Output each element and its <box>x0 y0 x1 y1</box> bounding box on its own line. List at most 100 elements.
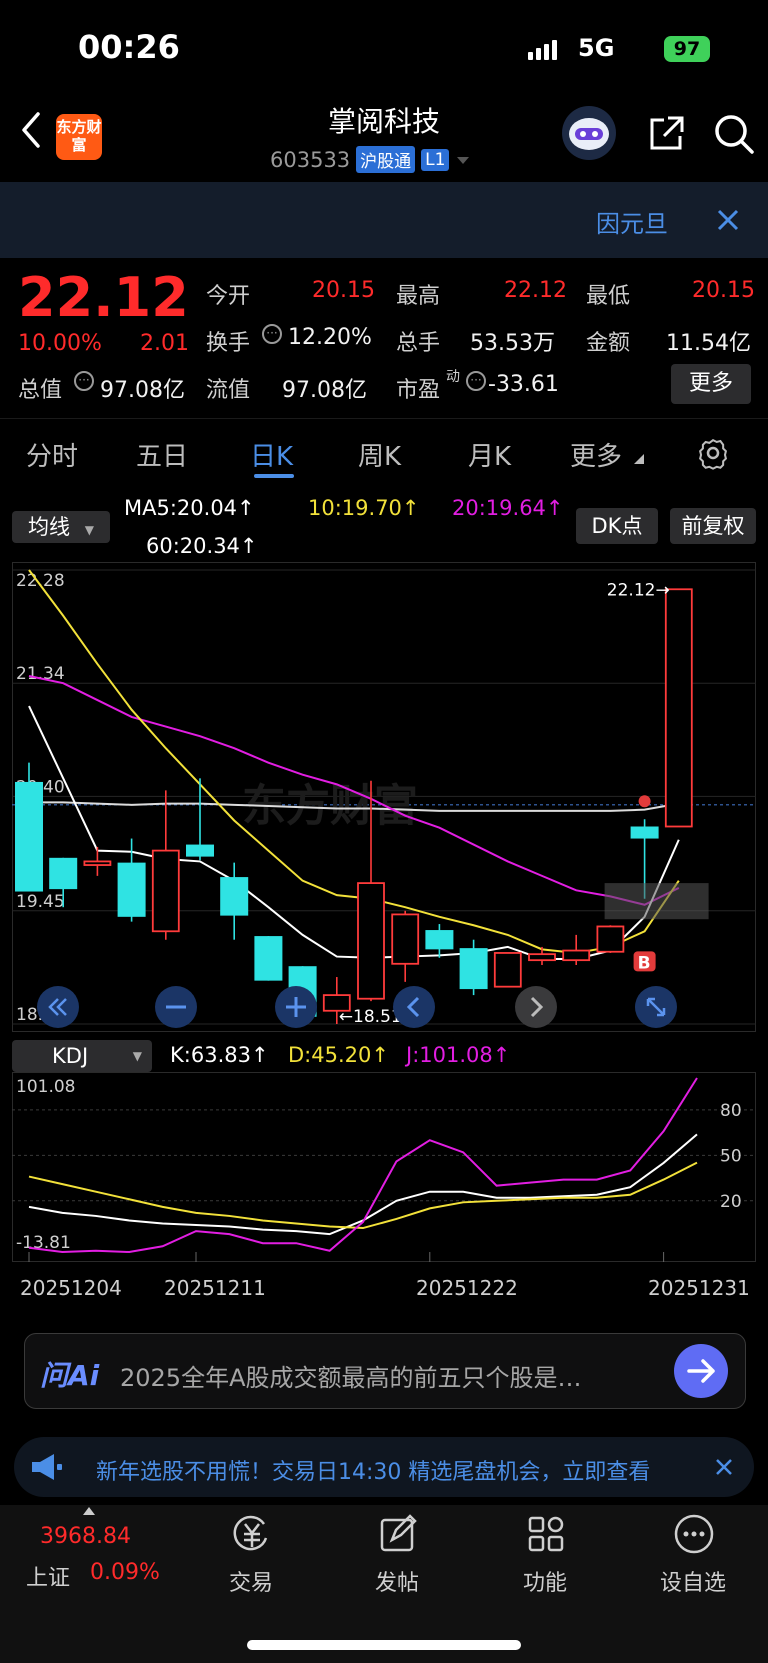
post-edit-icon[interactable] <box>376 1512 420 1556</box>
amount-label: 金额 <box>586 331 631 356</box>
nav-trade[interactable]: 交易 <box>206 1565 296 1597</box>
stock-code-row[interactable]: 603533 沪股通 L1 <box>270 146 471 173</box>
candle-body <box>83 860 112 866</box>
tab-monthly-k[interactable]: 月K <box>468 436 511 473</box>
kdj-selector[interactable]: KDJ ▼ <box>12 1040 152 1072</box>
candle-body <box>459 948 488 990</box>
adjust-button[interactable]: 前复权 <box>670 508 756 544</box>
tab-daily-k[interactable]: 日K <box>250 436 293 473</box>
candle-body <box>630 826 659 839</box>
info-icon[interactable]: ··· <box>466 371 486 391</box>
y-tick-label: 20 <box>720 1192 742 1212</box>
share-icon[interactable] <box>646 114 686 154</box>
j-label: J:101.08↑ <box>406 1043 511 1067</box>
tab-weekly-k[interactable]: 周K <box>358 436 401 473</box>
robot-assistant-icon[interactable] <box>560 104 618 162</box>
candle-body <box>254 936 283 981</box>
fullscreen-icon[interactable] <box>634 985 678 1029</box>
settings-gear-icon[interactable] <box>696 436 730 470</box>
y-tick-label: 50 <box>720 1146 742 1166</box>
candle <box>562 934 591 965</box>
candle-body <box>596 925 625 953</box>
x-tick-label: 20251231 <box>648 1276 750 1300</box>
candle-body <box>186 844 214 857</box>
candlestick-chart[interactable]: 22.2821.3420.4019.4518.51东方财富22.12→←18.5… <box>12 562 756 1032</box>
candle-body <box>220 877 249 916</box>
notice-text: 新年选股不用慌！交易日14:30 精选尾盘机会，立即查看 <box>96 1460 651 1485</box>
ma10-label: 10:19.70↑ <box>308 496 420 520</box>
close-icon[interactable] <box>714 206 742 234</box>
nav-watchlist[interactable]: 设自选 <box>648 1565 738 1597</box>
float-label: 流值 <box>206 378 251 403</box>
high-annotation: 22.12→ <box>607 580 670 600</box>
caret-down-icon <box>457 156 470 164</box>
mktcap-label: 总值 <box>18 378 63 403</box>
dk-point-label: DK点 <box>591 514 643 538</box>
zoom-out-icon[interactable] <box>154 985 198 1029</box>
x-tick-label: 20251211 <box>164 1276 266 1300</box>
connect-tag: 沪股通 <box>356 146 416 173</box>
search-icon[interactable] <box>712 112 756 156</box>
k-label: K:63.83↑ <box>170 1043 269 1067</box>
nav-function[interactable]: 功能 <box>500 1565 590 1597</box>
kdj-j-line <box>28 1077 698 1254</box>
caret-up-icon <box>83 1507 95 1515</box>
dk-point-button[interactable]: DK点 <box>576 508 658 544</box>
candle <box>459 939 488 996</box>
tab-more[interactable]: 更多 <box>570 436 622 473</box>
buy-marker-label: B <box>638 953 651 973</box>
tab-intraday[interactable]: 分时 <box>26 436 78 473</box>
candle <box>596 925 625 953</box>
function-grid-icon[interactable] <box>524 1512 568 1556</box>
change-percent: 10.00% <box>18 331 102 356</box>
banner-text: 因元旦 <box>596 210 668 238</box>
info-icon[interactable]: ··· <box>262 324 282 344</box>
y-tick-label: 101.08 <box>16 1077 75 1097</box>
next-icon[interactable] <box>514 985 558 1029</box>
last-price: 22.12 <box>18 266 189 329</box>
pe-dynamic-label: 动 <box>446 369 460 385</box>
trade-yuan-icon[interactable] <box>230 1512 274 1556</box>
more-dots-icon[interactable] <box>672 1512 716 1556</box>
high-label: 最高 <box>396 284 441 309</box>
mktcap-value: 97.08亿 <box>100 378 185 403</box>
close-icon[interactable] <box>712 1455 736 1479</box>
chart-border <box>12 1072 756 1262</box>
float-value: 97.08亿 <box>282 378 367 403</box>
index-name[interactable]: 上证 <box>26 1560 70 1592</box>
candle <box>254 936 283 981</box>
candle-body <box>664 588 693 828</box>
y-tick-label: 80 <box>720 1101 742 1121</box>
info-icon[interactable]: ··· <box>74 371 94 391</box>
volume-value: 53.53万 <box>470 331 555 356</box>
low-label: 最低 <box>586 284 631 309</box>
turnover-value: 12.20% <box>288 325 372 350</box>
d-label: D:45.20↑ <box>288 1043 389 1067</box>
ai-send-icon[interactable] <box>673 1343 729 1399</box>
candle <box>186 778 214 861</box>
change-amount: 2.01 <box>140 331 189 356</box>
x-tick-label: 20251222 <box>416 1276 518 1300</box>
previous-icon[interactable] <box>392 985 436 1029</box>
tab-5day[interactable]: 五日 <box>136 436 188 473</box>
status-time: 00:26 <box>78 28 180 66</box>
zoom-in-icon[interactable] <box>274 985 318 1029</box>
candle <box>425 924 454 958</box>
stock-code: 603533 <box>270 147 351 172</box>
more-quote-button[interactable]: 更多 <box>671 364 751 404</box>
candle-body <box>425 930 454 950</box>
nav-post[interactable]: 发帖 <box>352 1565 442 1597</box>
kdj-chart[interactable]: 805020101.08-13.81 <box>12 1072 756 1262</box>
home-indicator <box>247 1640 521 1650</box>
candle-body <box>357 882 385 1000</box>
candle-body <box>493 952 522 988</box>
pe-value: -33.61 <box>488 372 559 397</box>
indicator-selector[interactable]: 均线 ▼ <box>12 511 110 543</box>
dropdown-corner-icon <box>634 454 644 464</box>
open-label: 今开 <box>206 284 251 309</box>
ai-brand-logo: 问Ai <box>40 1359 100 1392</box>
ai-prompt-text: 2025全年A股成交额最高的前五只个股是… <box>120 1364 582 1392</box>
indicator-selector-label: 均线 <box>28 515 71 539</box>
active-tab-indicator <box>254 474 294 478</box>
scroll-left-icon[interactable] <box>36 985 80 1029</box>
